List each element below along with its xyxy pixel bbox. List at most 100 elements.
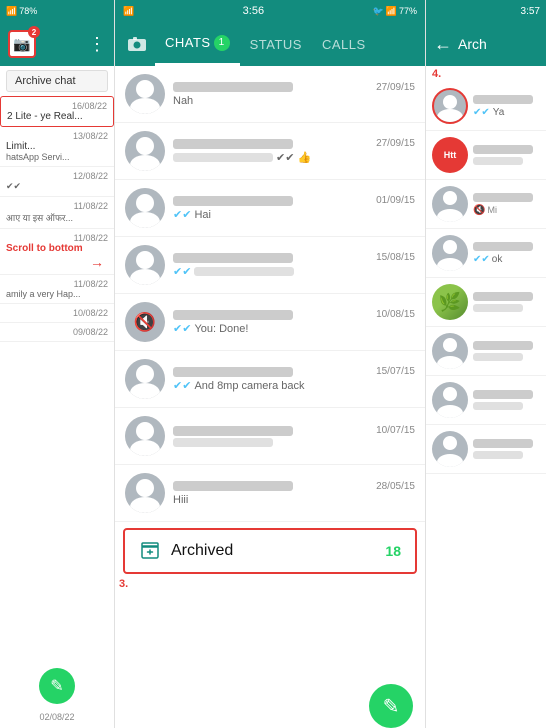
- tab-calls[interactable]: CALLS: [312, 22, 376, 66]
- chat-bottom-row: 🔇 Mi: [473, 205, 540, 216]
- chat-content: 10/07/15: [173, 425, 415, 447]
- chat-name-blur: [173, 196, 293, 206]
- list-item[interactable]: [426, 376, 546, 425]
- list-item[interactable]: 11/08/22 आए या इस ऑफर...: [0, 197, 114, 229]
- chat-preview: hatsApp Servi...: [6, 152, 108, 162]
- chat-top-row: 15/08/15: [173, 252, 415, 263]
- left-status-icons: 📶 78%: [6, 6, 37, 17]
- chat-date: 27/09/15: [376, 82, 415, 93]
- chat-date: 15/08/15: [376, 252, 415, 263]
- left-bottom-date: 02/08/22: [39, 712, 74, 722]
- list-item[interactable]: 09/08/22: [0, 323, 114, 342]
- chat-content: 🔇 Mi: [473, 193, 540, 216]
- chat-name-blur: [173, 426, 293, 436]
- list-item[interactable]: 10/07/15: [115, 408, 425, 465]
- list-item[interactable]: 01/09/15 ✔✔ Hai: [115, 180, 425, 237]
- right-status-bar: 3:57: [426, 0, 546, 22]
- chat-content: 15/08/15 ✔✔: [173, 252, 415, 278]
- list-item[interactable]: 15/07/15 ✔✔ And 8mp camera back: [115, 351, 425, 408]
- chat-content: 15/07/15 ✔✔ And 8mp camera back: [173, 366, 415, 392]
- tab-status[interactable]: STATUS: [240, 22, 312, 66]
- chat-content: [473, 390, 540, 410]
- chat-preview-blur: [173, 438, 273, 447]
- camera-button[interactable]: [123, 30, 151, 58]
- chat-name-blur: [173, 253, 293, 263]
- chat-bottom-row: ✔✔: [173, 265, 415, 278]
- chat-bottom-row: ✔✔ Ya: [473, 107, 540, 118]
- list-item[interactable]: 11/08/22 Scroll to bottom →: [0, 229, 114, 275]
- list-item[interactable]: ✔✔ Ya: [426, 82, 546, 131]
- left-header-icon-area: 📷 2: [8, 30, 36, 58]
- chat-name-blur: [473, 193, 533, 202]
- list-item[interactable]: 27/09/15 ✔✔ 👍: [115, 123, 425, 180]
- chat-date: 15/07/15: [376, 366, 415, 377]
- message-tick: ✔✔: [173, 379, 191, 392]
- chat-preview-blur: [473, 157, 523, 165]
- archived-button[interactable]: Archived 18: [123, 528, 417, 574]
- back-button[interactable]: ←: [434, 34, 452, 55]
- chat-preview-blur: [473, 402, 523, 410]
- right-chat-list: ✔✔ Ya Htt 🔇 Mi: [426, 82, 546, 728]
- list-item[interactable]: 🔇 10/08/15 ✔✔ You: Done!: [115, 294, 425, 351]
- chat-name-blur: [473, 145, 533, 154]
- chat-content: 28/05/15 Hiii: [173, 481, 415, 506]
- middle-header: CHATS 1 STATUS CALLS: [115, 22, 425, 66]
- more-options-icon[interactable]: ⋮: [88, 34, 106, 55]
- list-item[interactable]: 🔇 Mi: [426, 180, 546, 229]
- compose-fab[interactable]: ✎: [39, 668, 75, 704]
- chat-date: 28/05/15: [376, 481, 415, 492]
- list-item[interactable]: Htt: [426, 131, 546, 180]
- right-panel: 3:57 ← Arch 4. ✔✔ Ya Htt: [425, 0, 546, 728]
- middle-panel: 📶 3:56 🐦 📶 77% CHATS 1 STATUS: [115, 0, 425, 728]
- chat-date: 11/08/22: [6, 201, 108, 211]
- chat-name-blur: [173, 82, 293, 92]
- list-item[interactable]: 12/08/22 ✔✔: [0, 167, 114, 197]
- avatar: [125, 74, 165, 114]
- chat-name-blur: [173, 310, 293, 320]
- compose-fab[interactable]: ✎: [369, 684, 413, 728]
- chat-bottom-row: ✔✔ Hai: [173, 208, 415, 221]
- chat-content: 27/09/15 ✔✔ 👍: [173, 138, 415, 164]
- list-item[interactable]: 13/08/22 Limit... hatsApp Servi...: [0, 127, 114, 167]
- archived-section: Archived 18 3.: [115, 528, 425, 574]
- scroll-arrow-icon: →: [6, 254, 108, 270]
- chat-bottom-row: ✔✔ You: Done!: [173, 322, 415, 335]
- avatar: [125, 188, 165, 228]
- list-item[interactable]: 16/08/22 2 Lite - ye Real...: [0, 96, 114, 127]
- chat-content: ✔✔ Ya: [473, 95, 540, 118]
- chat-top-row: 28/05/15: [173, 481, 415, 492]
- list-item[interactable]: 15/08/15 ✔✔: [115, 237, 425, 294]
- list-item[interactable]: [426, 425, 546, 474]
- tab-chats[interactable]: CHATS 1: [155, 22, 240, 66]
- chat-preview: Hai: [194, 209, 211, 221]
- list-item[interactable]: 27/09/15 Nah: [115, 66, 425, 123]
- compose-icon: ✎: [383, 694, 400, 719]
- avatar: 🔇: [125, 302, 165, 342]
- list-item[interactable]: 11/08/22 amily a very Hap...: [0, 275, 114, 304]
- chat-preview: ok: [492, 254, 503, 265]
- list-item[interactable]: 10/08/22: [0, 304, 114, 323]
- chat-top-row: 01/09/15: [173, 195, 415, 206]
- avatar: [125, 473, 165, 513]
- archived-label: Archived: [171, 542, 375, 560]
- chat-name-blur: [173, 481, 293, 491]
- chat-name-blur: [473, 390, 533, 399]
- signal-icon: 📶: [6, 6, 17, 17]
- battery-icon: 78%: [19, 6, 37, 16]
- chat-bottom-row: [173, 438, 415, 447]
- chat-content: [473, 341, 540, 361]
- list-item[interactable]: [426, 327, 546, 376]
- list-item[interactable]: 🌿: [426, 278, 546, 327]
- list-item[interactable]: ✔✔ ok: [426, 229, 546, 278]
- list-item[interactable]: 28/05/15 Hiii: [115, 465, 425, 522]
- avatar: [125, 245, 165, 285]
- chat-date: 10/07/15: [376, 425, 415, 436]
- chat-bottom-row: ✔✔ ok: [473, 254, 540, 265]
- chat-preview: Hiii: [173, 494, 188, 506]
- right-status-time: 3:57: [521, 6, 540, 17]
- chat-content: 10/08/15 ✔✔ You: Done!: [173, 309, 415, 335]
- chat-preview: And 8mp camera back: [194, 380, 304, 392]
- left-status-bar: 📶 78%: [0, 0, 114, 22]
- sim-icon: 📶: [123, 6, 134, 17]
- chat-date: 12/08/22: [6, 171, 108, 181]
